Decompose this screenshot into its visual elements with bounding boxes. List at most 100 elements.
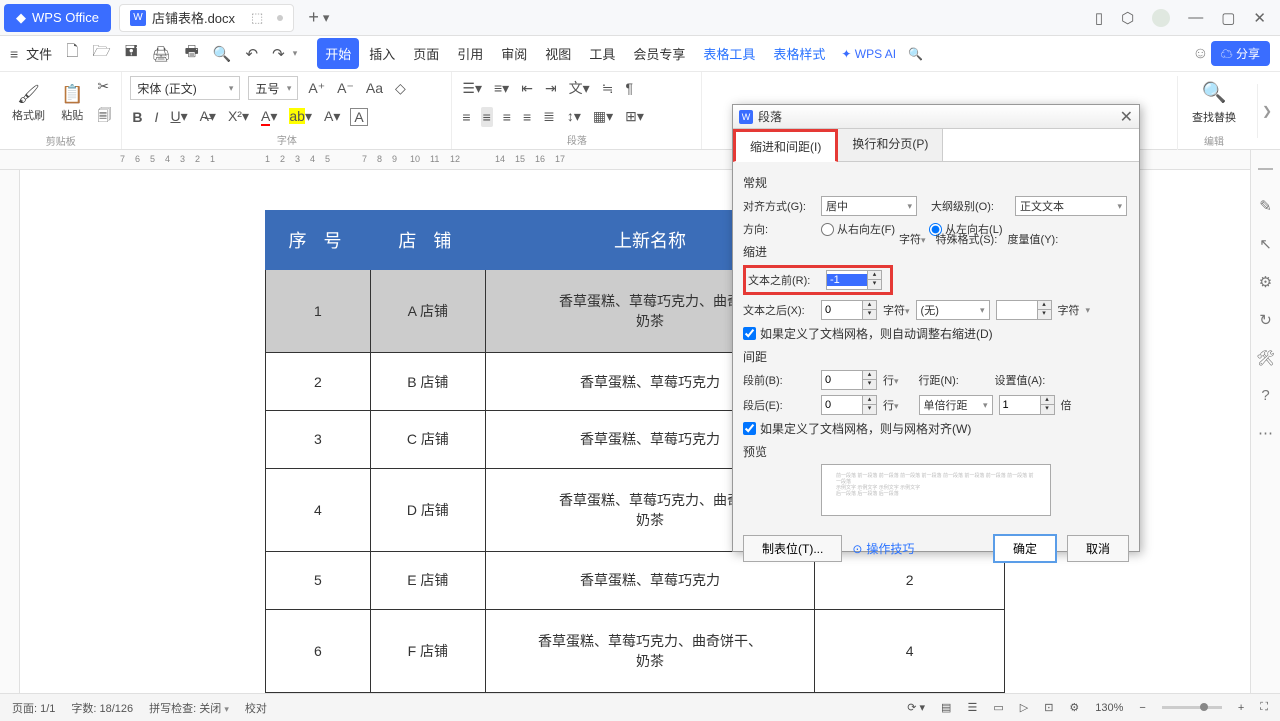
sidebar-cursor-icon[interactable]: ↖	[1259, 235, 1272, 253]
numbered-list-icon[interactable]: ≡▾	[492, 78, 511, 99]
tab-home[interactable]: 开始	[317, 38, 359, 69]
tab-dropdown[interactable]: ▾	[323, 10, 330, 26]
align-center-icon[interactable]: ≡	[481, 107, 493, 127]
new-tab-button[interactable]: +	[308, 7, 319, 28]
dialog-titlebar[interactable]: W 段落 ✕	[733, 105, 1139, 129]
dialog-close-icon[interactable]: ✕	[1120, 107, 1133, 127]
borders-icon[interactable]: ⊞▾	[623, 106, 646, 127]
zoom-slider[interactable]	[1162, 706, 1222, 709]
sidebar-settings-icon[interactable]: ⚙	[1259, 273, 1272, 291]
sort-icon[interactable]: ≒	[600, 78, 616, 99]
align-left-icon[interactable]: ≡	[460, 107, 472, 127]
print-icon[interactable]: 🖶	[179, 37, 205, 70]
bullet-list-icon[interactable]: ☰▾	[460, 78, 484, 99]
view-outline-icon[interactable]: ☰	[967, 701, 977, 714]
redo-icon[interactable]: ↷	[266, 41, 291, 67]
italic-icon[interactable]: I	[153, 107, 161, 127]
bold-icon[interactable]: B	[130, 107, 144, 127]
superscript-icon[interactable]: X²▾	[226, 106, 251, 127]
vertical-ruler[interactable]	[0, 170, 20, 693]
close-icon[interactable]: ✕	[1253, 9, 1266, 27]
underline-icon[interactable]: U▾	[168, 106, 189, 127]
find-replace-label[interactable]: 查找替换	[1192, 109, 1236, 125]
set-value-spinner[interactable]: ▴▾	[999, 395, 1055, 415]
header-num[interactable]: 序 号	[266, 211, 371, 270]
tab-line-page-breaks[interactable]: 换行和分页(P)	[838, 129, 943, 161]
avatar-icon[interactable]	[1152, 9, 1170, 27]
panel-icon[interactable]: ▯	[1095, 9, 1103, 27]
zoom-level[interactable]: 130%	[1095, 702, 1123, 714]
tab-review[interactable]: 审阅	[493, 38, 535, 69]
tab-page[interactable]: 页面	[405, 38, 447, 69]
paste-button[interactable]: 📋 粘贴	[57, 82, 87, 125]
shading-icon[interactable]: ▦▾	[591, 106, 615, 127]
find-icon[interactable]: 🔍	[1202, 80, 1227, 105]
decrease-font-icon[interactable]: A⁻	[335, 78, 356, 99]
font-family-select[interactable]: 宋体 (正文)▾	[130, 76, 240, 100]
preview-icon[interactable]: 🔍	[207, 41, 238, 67]
rtl-radio[interactable]: 从右向左(F)	[821, 221, 895, 237]
after-text-spinner[interactable]: ▴▾	[821, 300, 877, 320]
file-menu[interactable]: 文件	[26, 44, 52, 63]
alignment-select[interactable]: 居中▾	[821, 196, 917, 216]
word-count[interactable]: 字数: 18/126	[71, 700, 133, 716]
hamburger-icon[interactable]: ≡	[10, 46, 18, 62]
font-color-icon[interactable]: A▾	[259, 106, 279, 127]
tab-table-styles[interactable]: 表格样式	[765, 38, 833, 69]
sidebar-collapse-icon[interactable]: —	[1258, 160, 1273, 177]
sidebar-tools-icon[interactable]: 🛠	[1256, 349, 1275, 367]
tab-table-tools[interactable]: 表格工具	[695, 38, 763, 69]
tab-indent-spacing[interactable]: 缩进和间距(I)	[733, 129, 838, 162]
save-icon[interactable]: 🖬	[119, 37, 144, 70]
tabs-button[interactable]: 制表位(T)...	[743, 535, 842, 562]
sync-icon[interactable]: ⬚	[251, 10, 263, 26]
table-row[interactable]: 6F 店铺香草蛋糕、草莓巧克力、曲奇饼干、奶茶4	[266, 609, 1005, 692]
grid-align-checkbox[interactable]: 如果定义了文档网格，则与网格对齐(W)	[743, 420, 1129, 437]
tips-link[interactable]: ⊙操作技巧	[852, 540, 914, 557]
sidebar-more-icon[interactable]: ⋯	[1258, 424, 1273, 442]
proofing-status[interactable]: 校对	[245, 700, 267, 716]
quickbar-dropdown[interactable]: ▾	[293, 48, 298, 59]
sidebar-help-icon[interactable]: ?	[1261, 387, 1269, 404]
share-button[interactable]: ☁ 分享	[1211, 41, 1270, 66]
increase-font-icon[interactable]: A⁺	[306, 78, 327, 99]
search-icon[interactable]: 🔍	[908, 47, 923, 61]
view-print-icon[interactable]: ▤	[941, 701, 951, 714]
sidebar-edit-icon[interactable]: ✎	[1259, 197, 1272, 215]
app-badge[interactable]: ◆ WPS Office	[4, 4, 111, 32]
strikethrough-icon[interactable]: A̶▾	[198, 106, 218, 127]
sync-status-icon[interactable]: ⟳ ▾	[907, 701, 925, 714]
spell-check-status[interactable]: 拼写检查: 关闭 ▾	[149, 700, 229, 716]
ok-button[interactable]: 确定	[993, 534, 1057, 563]
view-focus-icon[interactable]: ⊡	[1044, 701, 1053, 714]
before-para-spinner[interactable]: ▴▾	[821, 370, 877, 390]
sidebar-redo-icon[interactable]: ↻	[1259, 311, 1272, 329]
line-spacing-icon[interactable]: ↕▾	[565, 106, 583, 127]
measure-spinner[interactable]: ▴▾	[996, 300, 1052, 320]
decrease-indent-icon[interactable]: ⇤	[519, 78, 535, 99]
font-size-select[interactable]: 五号▾	[248, 76, 298, 100]
line-spacing-select[interactable]: 单倍行距▾	[919, 395, 993, 415]
cut-icon[interactable]: ✂	[95, 76, 113, 97]
new-doc-icon[interactable]: 🗋	[60, 37, 84, 70]
before-text-spinner[interactable]: ▴▾	[826, 270, 882, 290]
change-case-icon[interactable]: Aa	[364, 78, 385, 98]
feedback-icon[interactable]: ☺	[1192, 45, 1208, 63]
auto-indent-checkbox[interactable]: 如果定义了文档网格，则自动调整右缩进(D)	[743, 325, 1129, 342]
wps-ai-button[interactable]: ✦ WPS AI	[841, 47, 896, 61]
fullscreen-icon[interactable]: ⛶	[1260, 701, 1268, 714]
tab-member[interactable]: 会员专享	[625, 38, 693, 69]
view-web-icon[interactable]: ▭	[993, 701, 1003, 714]
page-indicator[interactable]: 页面: 1/1	[12, 700, 55, 716]
char-border-icon[interactable]: A	[350, 108, 367, 126]
minimize-icon[interactable]: —	[1188, 9, 1203, 26]
distributed-icon[interactable]: ≣	[541, 106, 557, 127]
outline-select[interactable]: 正文文本▾	[1015, 196, 1127, 216]
format-brush-button[interactable]: 🖌 格式刷	[8, 82, 49, 125]
cube-icon[interactable]: ⬡	[1121, 9, 1134, 27]
tab-view[interactable]: 视图	[537, 38, 579, 69]
special-format-select[interactable]: (无)▾	[916, 300, 990, 320]
tab-tools[interactable]: 工具	[581, 38, 623, 69]
highlight-icon[interactable]: ab▾	[287, 106, 314, 127]
open-icon[interactable]: 🗁	[86, 37, 117, 70]
